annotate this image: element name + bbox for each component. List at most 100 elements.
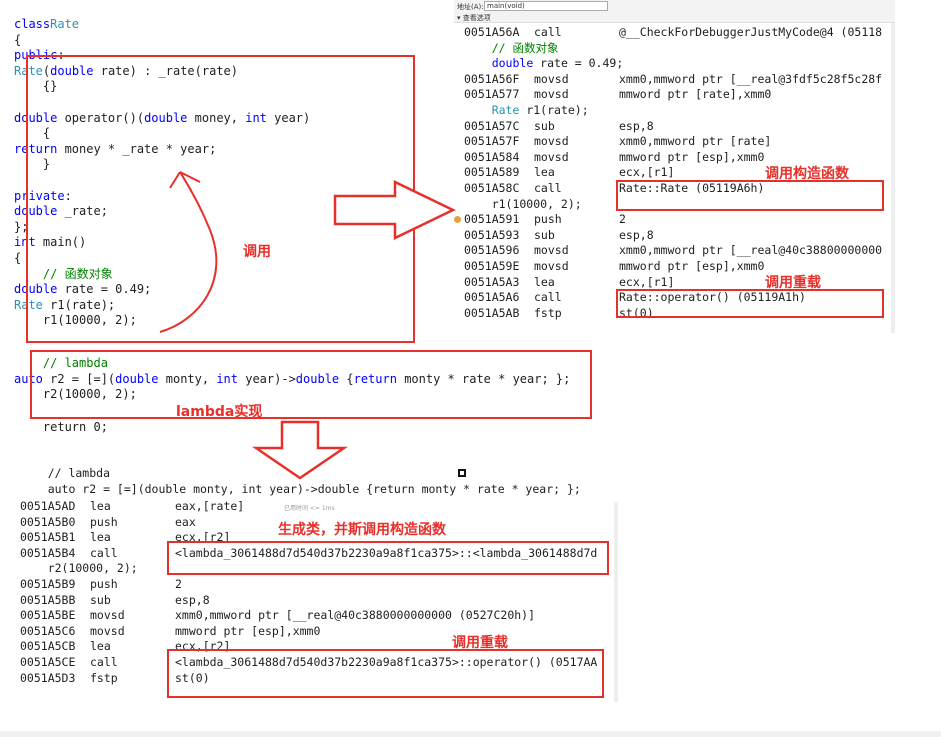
asm-line: 0051A5BB sub esp,8	[20, 593, 597, 609]
asm-opcode: fstp	[534, 305, 562, 320]
asm-opcode: fstp	[90, 670, 118, 685]
source-line: // 函数对象	[464, 41, 882, 57]
asm-operand: esp,8	[619, 118, 654, 133]
annotation-gen-class: 生成类，并斯调用构造函数	[278, 522, 446, 538]
scrollbar[interactable]	[891, 23, 895, 333]
asm-operand: xmm0,mmword ptr [__real@40c38800000000	[619, 243, 883, 258]
asm-opcode: sub	[534, 227, 555, 242]
annotation-ctor: 调用构造函数	[765, 166, 849, 182]
asm-line: 0051A577 movsd mmword ptr [rate],xmm0	[464, 87, 882, 103]
source-text: double rate = 0.49;	[491, 56, 624, 71]
asm-line: 0051A5C6 movsd mmword ptr [esp],xmm0	[20, 624, 597, 640]
asm-operand: 2	[619, 212, 626, 227]
asm-address: 0051A56A	[464, 25, 520, 39]
source-line: auto r2 = [=](double monty, int year)->d…	[20, 481, 581, 496]
asm-opcode: lea	[90, 530, 111, 545]
asm-opcode: lea	[534, 274, 555, 289]
asm-address: 0051A5CE	[20, 654, 76, 669]
asm-opcode: movsd	[90, 608, 125, 623]
box-ctor-call	[616, 180, 884, 211]
asm-address: 0051A5AB	[464, 305, 520, 320]
code-line: {	[14, 32, 22, 47]
return-line: return 0;	[14, 420, 108, 434]
asm-opcode: call	[90, 654, 118, 669]
asm-line: 0051A591 push 2	[464, 212, 882, 228]
asm-address: 0051A5CB	[20, 639, 76, 654]
asm-address: 0051A59E	[464, 258, 520, 273]
asm-opcode: movsd	[534, 258, 569, 273]
asm-opcode: sub	[90, 592, 111, 607]
asm-opcode: lea	[534, 165, 555, 180]
asm-address: 0051A5B0	[20, 514, 76, 529]
asm-line: 0051A596 movsd xmm0,mmword ptr [__real@40c…	[464, 243, 882, 259]
asm-address: 0051A5B4	[20, 545, 76, 560]
view-options[interactable]: ▾ 查看选项	[457, 13, 491, 23]
asm-address: 0051A57C	[464, 118, 520, 133]
asm-line: 0051A56A call @__CheckForDebuggerJustMyCod…	[464, 25, 882, 41]
address-input[interactable]: main(void)	[484, 1, 608, 11]
asm-address: 0051A5B1	[20, 530, 76, 545]
asm-opcode: sub	[534, 118, 555, 133]
source-text: Rate r1(rate);	[491, 102, 589, 117]
source-text: // 函数对象	[464, 40, 559, 55]
asm-operand: ecx,[r1]	[619, 165, 675, 180]
asm-opcode: push	[90, 514, 118, 529]
address-label: 地址(A):	[457, 3, 484, 11]
annotation-overload: 调用重载	[765, 275, 821, 291]
asm-address: 0051A584	[464, 149, 520, 164]
asm-opcode: push	[90, 576, 118, 591]
asm-line: 0051A5B9 push 2	[20, 577, 597, 593]
asm-operand: eax	[175, 514, 196, 529]
status-bar	[0, 731, 941, 737]
asm-line: 0051A593 sub esp,8	[464, 228, 882, 244]
asm-address: 0051A5AD	[20, 499, 76, 513]
call-curve-arrow-icon	[159, 171, 218, 333]
asm-address: 0051A5D3	[20, 670, 76, 685]
asm-address: 0051A58C	[464, 180, 520, 195]
annotation-overload-bottom: 调用重载	[452, 635, 508, 651]
asm-operand: esp,8	[175, 592, 210, 607]
asm-address: 0051A589	[464, 165, 520, 180]
source-text: r2(10000, 2);	[20, 561, 138, 576]
asm-operand: 2	[175, 576, 182, 591]
box-lambda-ctor-call	[167, 541, 609, 575]
asm-line: 0051A57F movsd xmm0,mmword ptr [rate]	[464, 134, 882, 150]
asm-opcode: movsd	[90, 623, 125, 638]
asm-operand: mmword ptr [esp],xmm0	[619, 149, 765, 164]
asm-address: 0051A5BE	[20, 608, 76, 623]
asm-line: 0051A5BE movsd xmm0,mmword ptr [__real@40c…	[20, 608, 597, 624]
asm-opcode: call	[534, 290, 562, 305]
asm-operand: xmm0,mmword ptr [rate]	[619, 134, 772, 149]
asm-address: 0051A5C6	[20, 623, 76, 638]
asm-opcode: call	[534, 180, 562, 195]
asm-address: 0051A596	[464, 243, 520, 258]
asm-line: 0051A57C sub esp,8	[464, 119, 882, 135]
box-lambda	[30, 350, 592, 419]
asm-address: 0051A56F	[464, 71, 520, 86]
asm-opcode: call	[90, 545, 118, 560]
asm-operand: mmword ptr [esp],xmm0	[175, 623, 321, 638]
asm-opcode: movsd	[534, 149, 569, 164]
asm-address: 0051A5BB	[20, 592, 76, 607]
asm-operand: eax,[rate]	[175, 499, 245, 513]
source-text: r1(10000, 2);	[464, 196, 582, 211]
annotation-lambda-impl: lambda实现	[176, 404, 263, 420]
asm-opcode: movsd	[534, 243, 569, 258]
asm-opcode: movsd	[534, 71, 569, 86]
asm-opcode: lea	[90, 639, 111, 654]
asm-address: 0051A5A3	[464, 274, 520, 289]
asm-opcode: movsd	[534, 87, 569, 102]
box-operator-call	[616, 289, 884, 318]
asm-address: 0051A591	[464, 212, 520, 227]
asm-opcode: lea	[90, 499, 111, 513]
source-line: double rate = 0.49;	[464, 56, 882, 72]
scrollbar[interactable]	[614, 502, 618, 702]
asm-address: 0051A577	[464, 87, 520, 102]
editor-glyph-icon	[458, 469, 466, 477]
asm-address: 0051A5B9	[20, 576, 76, 591]
asm-operand: mmword ptr [rate],xmm0	[619, 87, 772, 102]
source-line: Rate r1(rate);	[464, 103, 882, 119]
elapsed-hint: 已用时间 <= 1ms	[284, 505, 335, 512]
asm-line: 0051A56F movsd xmm0,mmword ptr [__real@3fd…	[464, 72, 882, 88]
asm-operand: mmword ptr [esp],xmm0	[619, 258, 765, 273]
